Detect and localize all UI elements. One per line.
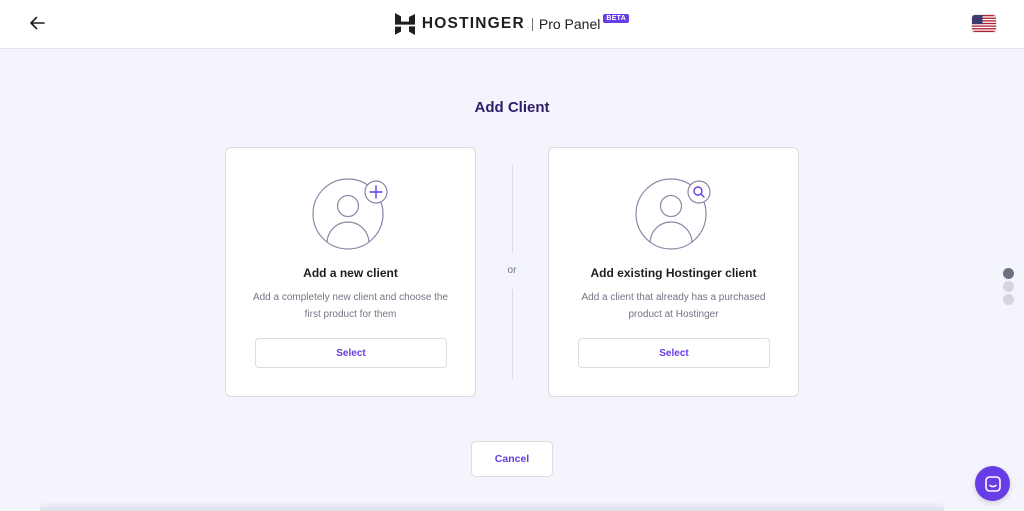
option-title: Add existing Hostinger client [590,266,757,280]
divider-bottom [512,289,513,379]
option-description: Add a completely new client and choose t… [252,292,449,320]
page-title: Add Client [474,99,550,116]
option-description: Add a client that already has a purchase… [581,292,766,320]
top-bar: HOSTINGER Pro Panel BETA [0,0,1024,49]
beta-badge: BETA [603,14,630,23]
section-dot[interactable] [1003,268,1014,279]
hostinger-logo [394,13,415,35]
panel-name: Pro Panel [538,16,601,32]
new-client-card[interactable]: Add a new client Add a completely new cl… [225,147,476,397]
bottom-shade [40,501,944,511]
select-new-client-button[interactable]: Select [255,338,447,368]
chat-button[interactable] [975,466,1010,501]
section-dots [1003,268,1015,307]
brand[interactable]: HOSTINGER Pro Panel BETA [0,12,1024,36]
existing-client-card[interactable]: Add existing Hostinger client Add a clie… [548,147,799,397]
brand-name: HOSTINGER [421,15,525,32]
section-dot[interactable] [1003,294,1014,305]
select-existing-client-button[interactable]: Select [578,338,770,368]
divider-top [512,165,513,253]
section-dot[interactable] [1003,281,1014,292]
brand-separator [531,17,533,31]
chat-icon [984,475,1001,492]
or-separator: or [507,265,517,276]
user-plus-icon [312,178,388,250]
user-search-icon [635,178,711,250]
language-selector[interactable] [972,15,996,32]
option-title: Add a new client [303,266,398,280]
us-flag-icon [972,15,996,32]
cancel-button[interactable]: Cancel [471,441,553,477]
